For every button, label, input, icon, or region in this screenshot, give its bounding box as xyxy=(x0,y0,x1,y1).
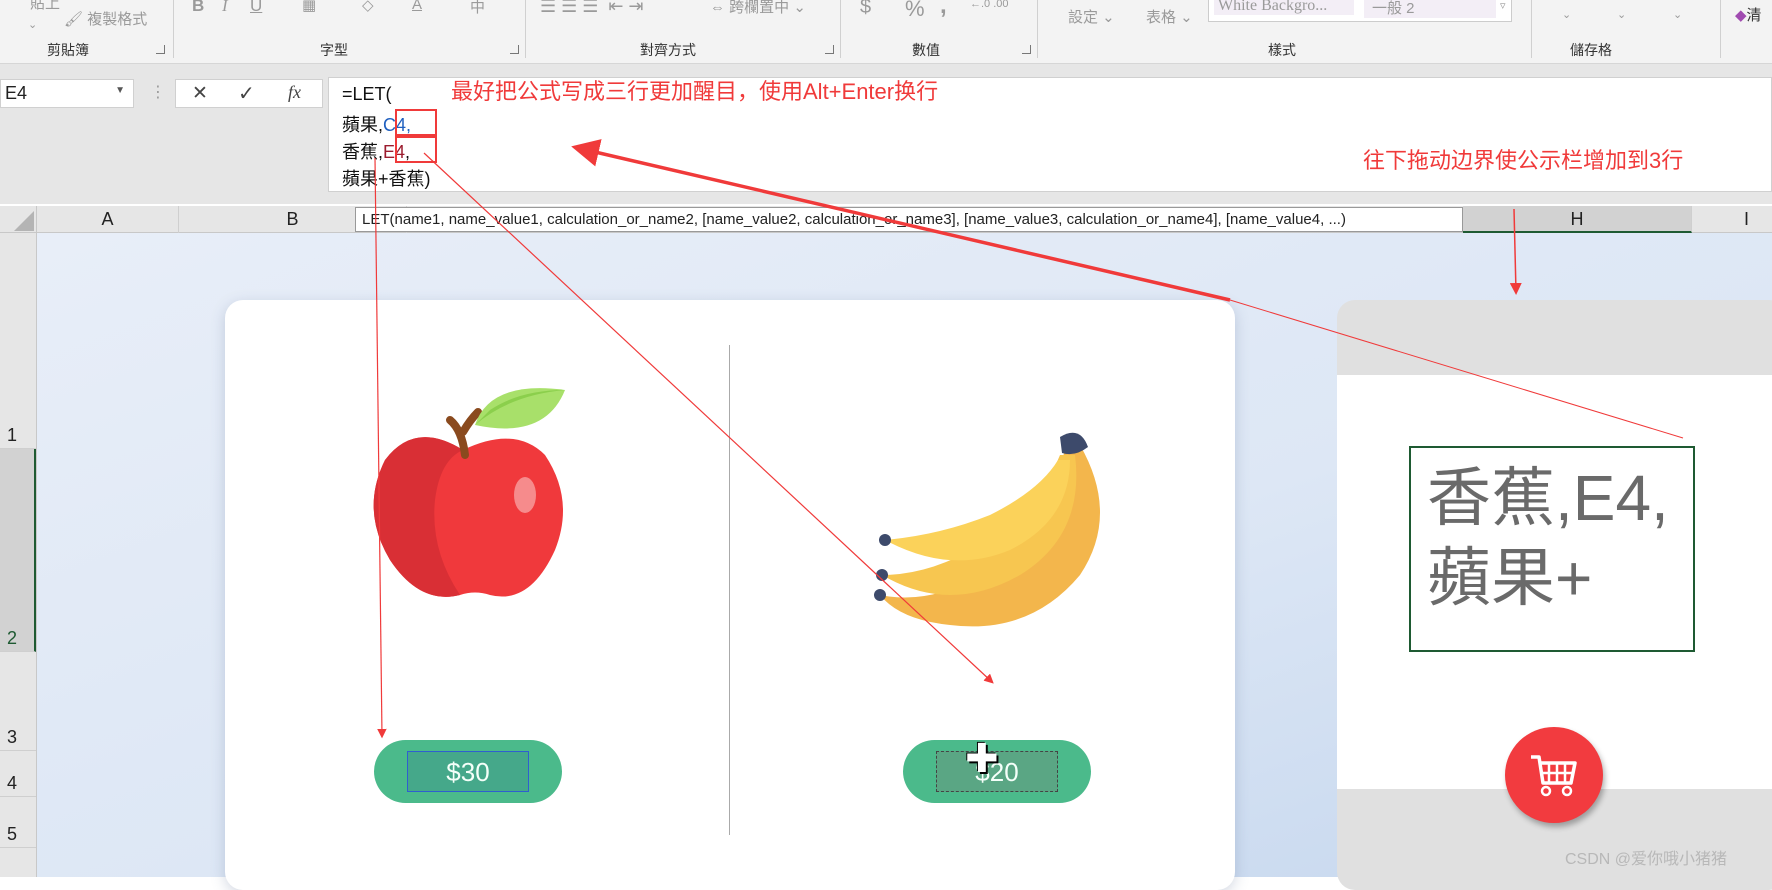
delete-chevron-icon[interactable]: ⌄ xyxy=(1617,8,1626,21)
name-box-value: E4 xyxy=(5,83,28,103)
paste-button[interactable]: 貼上 xyxy=(30,0,60,13)
cart-button[interactable] xyxy=(1505,727,1603,823)
ribbon: 貼上 ⌄ 🖌 複製格式 B I U ▦ ◇ A 中 ☰ ☰ ☰ ⇤ ⇥ ⇔ 跨欄… xyxy=(0,0,1772,64)
separator xyxy=(525,0,526,58)
highlight-box-c4 xyxy=(395,109,437,136)
italic-button[interactable]: I xyxy=(222,0,228,16)
group-label-alignment: 對齊方式 xyxy=(640,42,696,58)
price-cell-c4[interactable]: $30 xyxy=(407,751,529,792)
font-launcher-icon[interactable] xyxy=(510,45,519,54)
cell-preview-line-1: 香蕉,E4, xyxy=(1427,462,1669,534)
paste-chevron-icon[interactable]: ⌄ xyxy=(28,18,37,31)
style-normal-2[interactable]: 一般 2 xyxy=(1364,0,1496,18)
column-header-a[interactable]: A xyxy=(37,206,179,233)
separator xyxy=(1037,0,1038,58)
font-color-icon[interactable]: A xyxy=(412,0,422,13)
name-box[interactable]: E4 ▼ xyxy=(0,79,134,108)
style-white-background[interactable]: White Backgro... xyxy=(1214,0,1354,15)
cell-preview-zoom: 香蕉,E4, 蘋果+ xyxy=(1409,446,1695,652)
percent-button[interactable]: % xyxy=(905,0,925,22)
group-label-styles: 樣式 xyxy=(1268,42,1296,58)
gallery-more-icon[interactable]: ▿ xyxy=(1500,0,1506,12)
brush-icon: 🖌 xyxy=(64,11,84,28)
formula-buttons: ✕ ✓ fx xyxy=(175,79,323,108)
number-launcher-icon[interactable] xyxy=(1022,45,1031,54)
insert-function-icon[interactable]: fx xyxy=(288,82,301,103)
format-as-table-button[interactable]: 表格 ⌄ xyxy=(1146,6,1193,27)
product-card: $30 $20 ✚ xyxy=(225,300,1235,890)
banana-image[interactable] xyxy=(870,425,1120,645)
insert-chevron-icon[interactable]: ⌄ xyxy=(1562,8,1571,21)
cancel-icon[interactable]: ✕ xyxy=(192,82,208,105)
price-pill-apple[interactable]: $30 xyxy=(374,740,562,803)
select-all-corner[interactable] xyxy=(0,206,37,233)
decimal-icons[interactable]: ←.0 .00 xyxy=(970,0,1009,10)
row-header-4[interactable]: 4 xyxy=(0,751,36,797)
annotation-top: 最好把公式写成三行更加醒目，使用Alt+Enter换行 xyxy=(451,79,939,104)
style-gallery[interactable]: White Backgro... 一般 2 ▿ xyxy=(1208,0,1512,22)
group-label-number: 數值 xyxy=(912,42,940,58)
apple-image[interactable] xyxy=(360,350,590,610)
column-header-h[interactable]: H xyxy=(1463,206,1692,233)
group-label-font: 字型 xyxy=(320,42,348,58)
card-divider xyxy=(729,345,730,835)
formula-line-1: =LET( xyxy=(342,84,392,104)
watermark: CSDN @爱你哦小猪猪 xyxy=(1565,851,1728,868)
column-header-i[interactable]: I xyxy=(1692,206,1772,233)
highlight-box-e4 xyxy=(395,136,437,163)
cell-preview-line-2: 蘋果+ xyxy=(1427,542,1593,614)
clear-button[interactable]: ◆清 xyxy=(1735,4,1762,25)
enter-icon[interactable]: ✓ xyxy=(238,81,255,106)
phonetic-icon[interactable]: 中 xyxy=(470,0,485,17)
separator xyxy=(1531,0,1532,58)
formula-line-4: 蘋果+香蕉) xyxy=(342,169,431,189)
fill-color-icon[interactable]: ◇ xyxy=(362,0,374,14)
comma-button[interactable]: , xyxy=(940,0,947,20)
row-header-2[interactable]: 2 xyxy=(0,449,36,652)
formula-bar-grip-icon[interactable]: ⋮ xyxy=(150,82,166,102)
row-header-5[interactable]: 5 xyxy=(0,797,36,848)
separator xyxy=(840,0,841,58)
name-box-dropdown-icon[interactable]: ▼ xyxy=(115,85,125,96)
format-as-table-label: 表格 xyxy=(1146,9,1177,26)
row-headers: 1 2 3 4 5 xyxy=(0,233,37,877)
move-cursor-icon: ✚ xyxy=(965,737,999,781)
price-pill-banana[interactable]: $20 ✚ xyxy=(903,737,1091,803)
group-label-clipboard: 剪貼簿 xyxy=(47,42,89,58)
merge-center-label: 跨欄置中 xyxy=(729,0,790,16)
function-tooltip: LET(name1, name_value1, calculation_or_n… xyxy=(355,207,1463,232)
format-painter-label: 複製格式 xyxy=(87,11,148,28)
clear-label: 清 xyxy=(1746,7,1762,24)
separator xyxy=(1720,0,1721,58)
merge-icon: ⇔ xyxy=(710,0,725,16)
clipboard-launcher-icon[interactable] xyxy=(156,45,165,54)
align-icons[interactable]: ☰ ☰ ☰ ⇤ ⇥ xyxy=(540,0,644,17)
conditional-format-label: 設定 xyxy=(1068,9,1099,26)
border-icon[interactable]: ▦ xyxy=(302,0,316,14)
formula-name-banana: 香蕉, xyxy=(342,142,384,162)
row-header-3[interactable]: 3 xyxy=(0,652,36,751)
underline-button[interactable]: U xyxy=(250,0,262,16)
alignment-launcher-icon[interactable] xyxy=(825,45,834,54)
separator xyxy=(173,0,174,58)
annotation-right: 往下拖动边界使公示栏增加到3行 xyxy=(1363,148,1684,173)
row-header-1[interactable]: 1 xyxy=(0,233,36,449)
conditional-format-button[interactable]: 設定 ⌄ xyxy=(1068,6,1115,27)
formula-input[interactable]: =LET( 蘋果,C4, 香蕉,E4, 蘋果+香蕉) 最好把公式写成三行更加醒目… xyxy=(328,77,1772,192)
format-chevron-icon[interactable]: ⌄ xyxy=(1673,8,1682,21)
format-painter-button[interactable]: 🖌 複製格式 xyxy=(64,8,147,29)
eraser-icon: ◆ xyxy=(1735,7,1747,24)
formula-name-apple: 蘋果, xyxy=(342,115,384,135)
merge-center-button[interactable]: ⇔ 跨欄置中 ⌄ xyxy=(710,0,806,17)
bold-button[interactable]: B xyxy=(192,0,204,16)
currency-button[interactable]: $ xyxy=(860,0,871,19)
group-label-cells: 儲存格 xyxy=(1570,42,1612,58)
shopping-cart-icon xyxy=(1531,755,1577,797)
